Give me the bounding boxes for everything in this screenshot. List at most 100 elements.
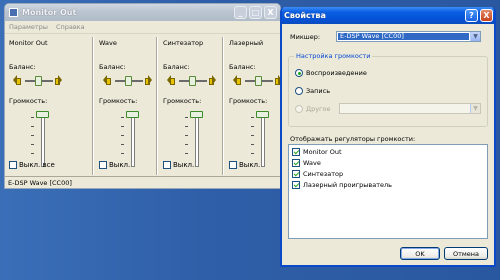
tick <box>251 135 254 136</box>
checkbox-box[interactable] <box>9 161 17 169</box>
volume-label: Громкость: <box>229 97 268 105</box>
checkbox[interactable] <box>292 159 300 167</box>
tick <box>185 135 188 136</box>
tick <box>185 117 188 118</box>
props-title: Свойства <box>284 11 326 20</box>
tick <box>121 135 124 136</box>
volume-slider[interactable] <box>256 111 269 118</box>
checkbox-box[interactable] <box>163 161 171 169</box>
close-button[interactable]: X <box>264 6 277 19</box>
checkbox-box[interactable] <box>229 161 237 169</box>
checkbox[interactable] <box>292 170 300 178</box>
minimize-button[interactable]: _ <box>234 6 247 19</box>
mute-label: Выкл. <box>109 161 131 169</box>
channel-separator <box>156 37 158 175</box>
tick <box>31 126 34 127</box>
speaker-right-icon <box>145 75 152 86</box>
help-button[interactable]: ? <box>465 9 478 22</box>
mute-checkbox[interactable]: Выкл. <box>99 161 130 169</box>
checkbox[interactable] <box>292 148 300 156</box>
tick <box>31 144 34 145</box>
channel-title: Лазерный <box>229 39 264 47</box>
radio-label: Другое <box>306 105 331 113</box>
ok-button[interactable]: OK <box>400 247 440 260</box>
menu-bar: Параметры Справка <box>5 21 280 34</box>
tick <box>185 126 188 127</box>
volume-controls-list[interactable]: Monitor Out Wave Синтезатор Лазерный про… <box>288 144 488 239</box>
balance-label: Баланс: <box>229 63 256 71</box>
mute-checkbox[interactable]: Выкл. <box>229 161 260 169</box>
menu-options[interactable]: Параметры <box>9 23 48 31</box>
chevron-down-icon[interactable]: ▼ <box>470 32 480 41</box>
volume-label: Громкость: <box>9 97 48 105</box>
balance-label: Баланс: <box>9 63 36 71</box>
channel-title: Monitor Out <box>9 39 48 47</box>
radio-label: Запись <box>306 87 331 95</box>
tick <box>185 153 188 154</box>
volume-slider[interactable] <box>190 111 203 118</box>
channel-separator <box>92 37 94 175</box>
channel-wave: Wave Баланс: Громкость: Выкл. <box>95 35 155 176</box>
mixer-device-select[interactable]: E-DSP Wave [CC00] ▼ <box>336 31 481 42</box>
radio-button[interactable] <box>295 69 303 77</box>
checkbox[interactable] <box>292 181 300 189</box>
radio-playback[interactable]: Воспроизведение <box>295 69 367 77</box>
volume-track <box>195 115 199 167</box>
props-titlebar[interactable]: Свойства ? X <box>282 7 494 24</box>
list-item[interactable]: Лазерный проигрыватель <box>292 181 392 189</box>
radio-button[interactable] <box>295 87 303 95</box>
volume-slider[interactable] <box>36 111 49 118</box>
speaker-left-icon <box>167 75 175 86</box>
checkbox-box[interactable] <box>99 161 107 169</box>
tick <box>121 153 124 154</box>
channel-synth: Синтезатор Баланс: Громкость: Выкл. <box>159 35 221 176</box>
volume-settings-group: Настройка громкости Воспроизведение Запи… <box>288 52 488 127</box>
properties-dialog: Свойства ? X Микшер: E-DSP Wave [CC00] ▼… <box>280 7 496 267</box>
mixer-title: Monitor Out <box>22 8 77 17</box>
mixer-device-value: E-DSP Wave [CC00] <box>338 33 469 40</box>
chevron-down-icon: ▼ <box>470 104 480 113</box>
tick <box>251 153 254 154</box>
speaker-left-icon <box>233 75 241 86</box>
balance-slider[interactable] <box>255 76 262 86</box>
status-bar: E-DSP Wave [CC00] <box>5 176 280 188</box>
list-label: Отображать регуляторы громкости: <box>290 135 416 143</box>
list-item[interactable]: Wave <box>292 159 321 167</box>
mute-checkbox[interactable]: Выкл. <box>163 161 194 169</box>
mixer-window: Monitor Out _ □ X Параметры Справка Moni… <box>4 3 281 189</box>
balance-slider[interactable] <box>35 76 42 86</box>
mixer-channels: Monitor Out Баланс: Громкость: Выкл. все… <box>5 35 280 177</box>
balance-label: Баланс: <box>163 63 190 71</box>
channel-separator <box>222 37 224 175</box>
speaker-right-icon <box>55 75 62 86</box>
close-button[interactable]: X <box>480 9 493 22</box>
mixer-device-label: Микшер: <box>290 33 321 41</box>
tick <box>251 126 254 127</box>
mute-label: Выкл. <box>173 161 195 169</box>
mute-label: Выкл. <box>239 161 261 169</box>
mute-label: Выкл. все <box>19 161 55 169</box>
speaker-left-icon <box>13 75 21 86</box>
volume-slider[interactable] <box>126 111 139 118</box>
other-device-select: ▼ <box>339 103 481 114</box>
list-item[interactable]: Синтезатор <box>292 170 343 178</box>
radio-record[interactable]: Запись <box>295 87 330 95</box>
mixer-titlebar[interactable]: Monitor Out _ □ X <box>5 4 280 21</box>
radio-other: Другое <box>295 105 330 113</box>
cancel-button[interactable]: Отмена <box>444 247 488 260</box>
channel-monitor-out: Monitor Out Баланс: Громкость: Выкл. все <box>5 35 90 176</box>
balance-slider[interactable] <box>189 76 196 86</box>
radio-label: Воспроизведение <box>306 69 367 77</box>
mixer-app-icon <box>9 8 18 17</box>
tick <box>251 117 254 118</box>
list-item-label: Monitor Out <box>303 148 342 156</box>
mute-all-checkbox[interactable]: Выкл. все <box>9 161 55 169</box>
tick <box>121 144 124 145</box>
balance-slider[interactable] <box>125 76 132 86</box>
volume-label: Громкость: <box>99 97 138 105</box>
group-title: Настройка громкости <box>294 52 373 60</box>
list-item[interactable]: Monitor Out <box>292 148 342 156</box>
menu-help[interactable]: Справка <box>56 23 85 31</box>
channel-title: Синтезатор <box>163 39 204 47</box>
maximize-button[interactable]: □ <box>249 6 262 19</box>
